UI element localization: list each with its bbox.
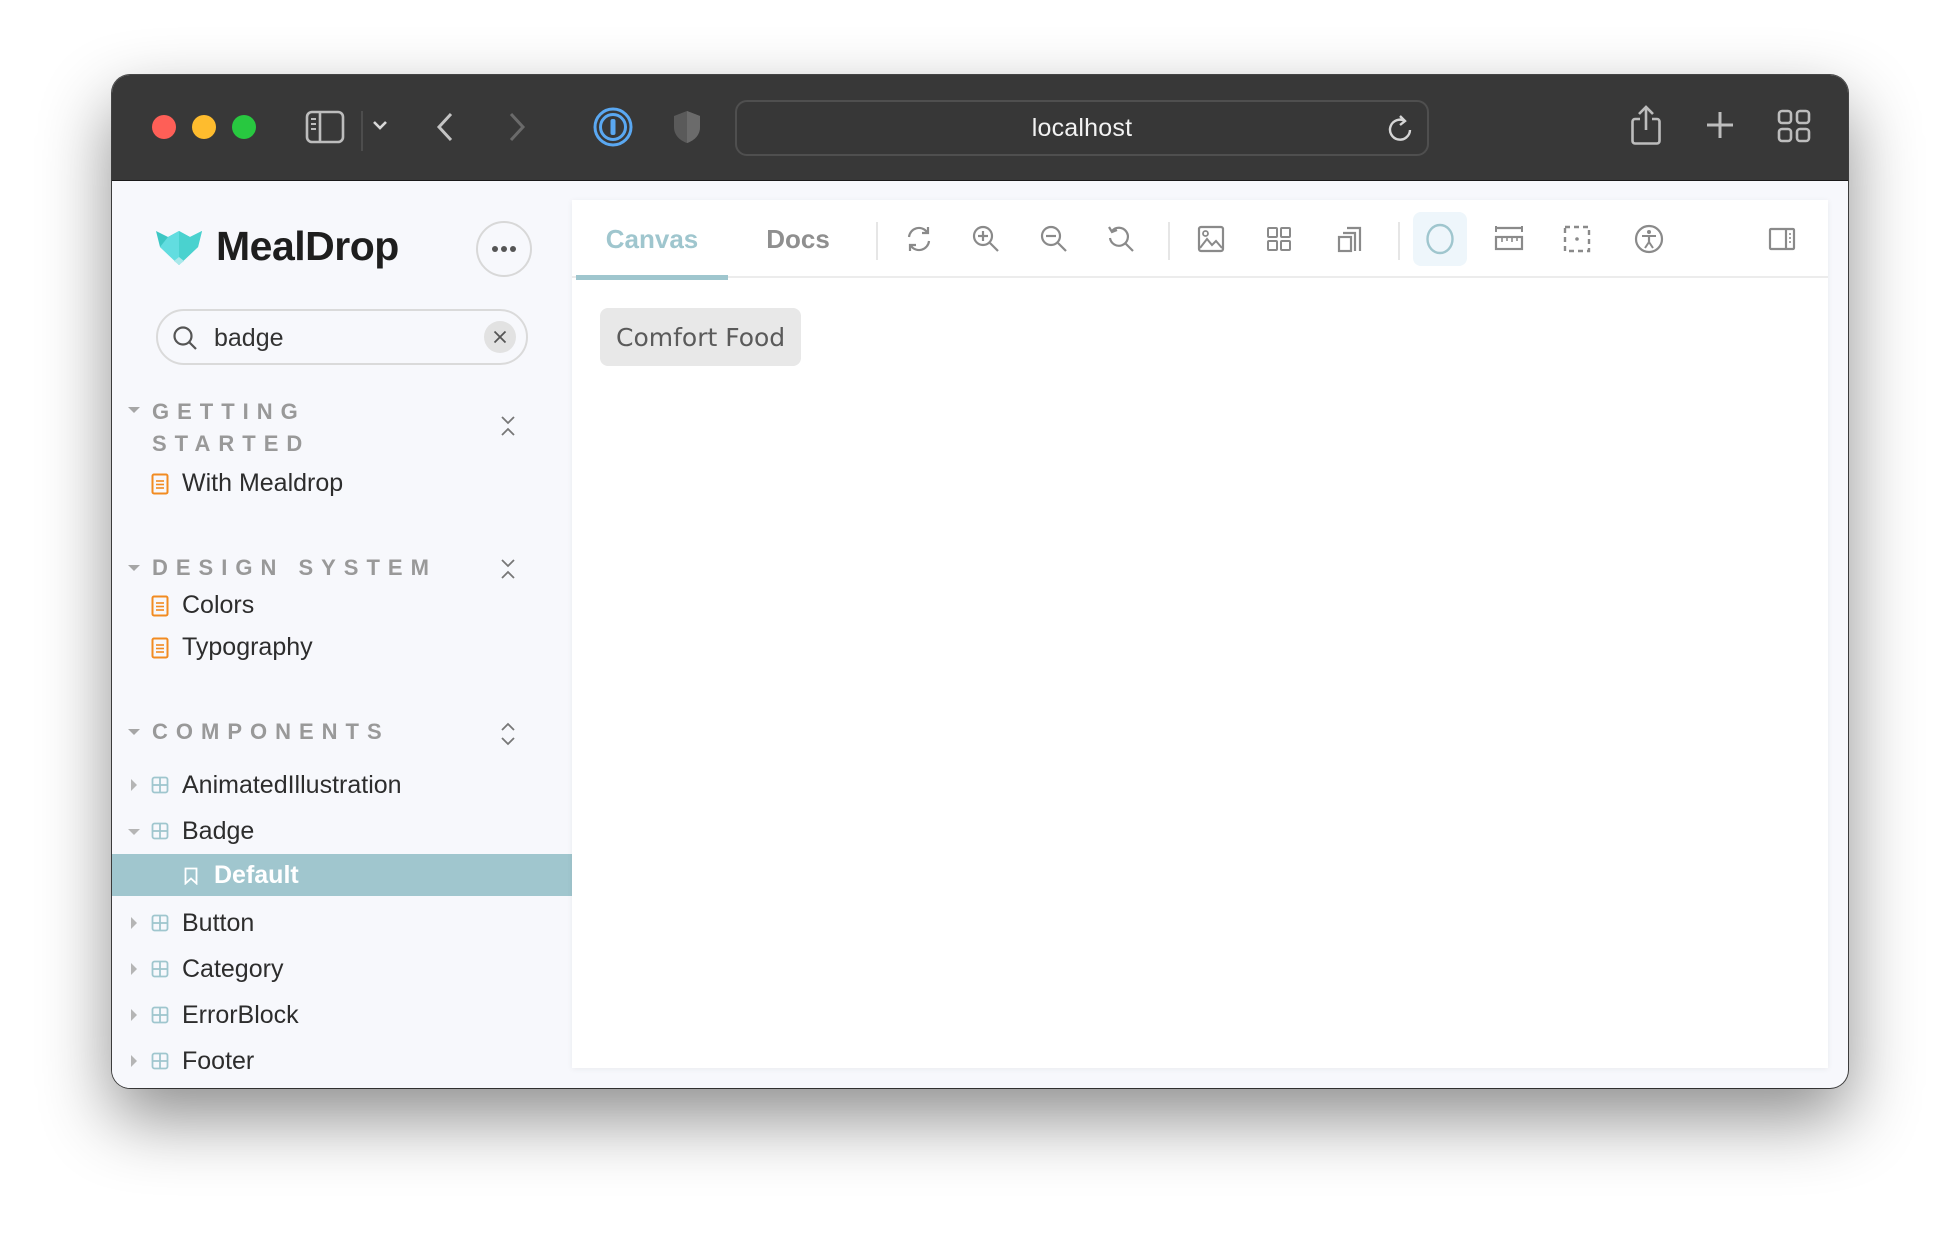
mealdrop-logo-icon [156, 230, 202, 265]
document-icon [151, 595, 169, 622]
comfort-food-badge: Comfort Food [600, 308, 802, 366]
tab-overview-icon[interactable] [1777, 109, 1811, 143]
caret-right-icon [131, 917, 137, 929]
component-icon [151, 1006, 169, 1029]
preview-toolbar: Canvas Docs [572, 200, 1828, 280]
ellipsis-icon [492, 246, 498, 252]
item-label: Button [182, 908, 255, 937]
caret-right-icon [131, 779, 137, 791]
zoom-in-icon[interactable] [966, 219, 1006, 259]
toolbar-divider [876, 222, 878, 260]
sidebar-item-animatedillustration[interactable]: AnimatedIllustration [112, 763, 572, 807]
item-label: Colors [182, 590, 255, 619]
item-label: Badge [182, 816, 255, 845]
brand-logo[interactable]: MealDrop [156, 223, 399, 270]
item-label: Typography [182, 632, 313, 661]
caret-right-icon [131, 1009, 137, 1021]
reload-icon[interactable] [1387, 114, 1413, 149]
password-manager-icon[interactable] [593, 107, 633, 147]
reload-story-icon[interactable] [899, 219, 939, 259]
component-icon [151, 960, 169, 983]
document-icon [151, 473, 169, 500]
caret-down-icon [128, 829, 140, 835]
item-label: ErrorBlock [182, 1000, 299, 1029]
address-text: localhost [1031, 113, 1133, 142]
sidebar-item-category[interactable]: Category [112, 947, 572, 991]
caret-down-icon [128, 565, 140, 571]
section-components[interactable]: COMPONENTS [112, 716, 572, 752]
browser-toolbar: localhost [112, 75, 1848, 181]
zoom-window-button[interactable] [232, 115, 256, 139]
sidebar-item-colors[interactable]: Colors [112, 583, 572, 627]
item-label: AnimatedIllustration [182, 770, 402, 799]
share-icon[interactable] [1630, 104, 1662, 146]
document-icon [151, 637, 169, 664]
collapse-all-icon[interactable] [500, 558, 516, 585]
close-window-button[interactable] [152, 115, 176, 139]
section-title: GETTING STARTED [152, 399, 311, 456]
item-label: Category [182, 954, 284, 983]
item-label: Footer [182, 1046, 255, 1075]
clear-search-button[interactable] [484, 321, 516, 353]
toolbar-divider [361, 111, 363, 151]
viewport-icon[interactable] [1330, 219, 1370, 259]
tab-canvas[interactable]: Canvas [576, 200, 728, 280]
caret-down-icon [128, 407, 140, 413]
story-canvas: Comfort Food [572, 280, 1828, 1068]
minimize-window-button[interactable] [192, 115, 216, 139]
reset-zoom-icon[interactable] [1101, 219, 1141, 259]
sidebar-item-badge[interactable]: Badge [112, 809, 572, 853]
close-icon [493, 330, 507, 344]
sidebar: MealDrop badge GETTING STARTED With Meal… [112, 181, 572, 1088]
accessibility-icon[interactable] [1629, 219, 1669, 259]
address-bar[interactable]: localhost [735, 100, 1429, 156]
new-tab-icon[interactable] [1705, 110, 1735, 140]
measure-icon[interactable] [1489, 219, 1529, 259]
caret-right-icon [131, 1055, 137, 1067]
component-icon [151, 1052, 169, 1075]
bookmark-icon [184, 867, 198, 890]
collapse-all-icon[interactable] [500, 415, 516, 442]
search-icon [172, 325, 198, 356]
sidebar-item-footer[interactable]: Footer [112, 1039, 572, 1083]
component-icon [151, 822, 169, 845]
item-label: With Mealdrop [182, 468, 344, 497]
sidebar-item-errorblock[interactable]: ErrorBlock [112, 993, 572, 1037]
search-input[interactable]: badge [156, 309, 528, 365]
ellipsis-dot [510, 246, 516, 252]
caret-down-icon [128, 729, 140, 735]
background-icon[interactable] [1191, 219, 1231, 259]
item-label: Default [214, 860, 299, 889]
toolbar-divider [1398, 222, 1400, 260]
preview-panel: Canvas Docs Comfort Food [572, 200, 1828, 1068]
caret-right-icon [131, 963, 137, 975]
privacy-shield-icon[interactable] [672, 109, 702, 145]
search-value: badge [214, 324, 284, 352]
more-options-button[interactable] [476, 221, 532, 277]
grid-icon[interactable] [1259, 219, 1299, 259]
browser-window: localhost MealDrop badge GETTING STARTED… [112, 75, 1848, 1088]
component-icon [151, 914, 169, 937]
sidebar-item-badge-default[interactable]: Default [112, 854, 572, 896]
sidebar-item-with-mealdrop[interactable]: With Mealdrop [112, 461, 572, 505]
ellipsis-dot [501, 246, 507, 252]
section-getting-started[interactable]: GETTING STARTED [112, 397, 572, 467]
zoom-out-icon[interactable] [1034, 219, 1074, 259]
section-title: DESIGN SYSTEM [152, 555, 437, 580]
chevron-down-icon[interactable] [372, 119, 388, 131]
rectangle-select-icon[interactable] [1557, 219, 1597, 259]
forward-icon[interactable] [507, 111, 527, 143]
sidebar-item-button[interactable]: Button [112, 901, 572, 945]
back-icon[interactable] [435, 111, 455, 143]
outline-icon[interactable] [1413, 212, 1467, 266]
brand-name: MealDrop [216, 223, 399, 269]
addons-panel-icon[interactable] [1762, 219, 1802, 259]
sidebar-toggle-icon[interactable] [305, 110, 345, 144]
tab-docs[interactable]: Docs [728, 200, 868, 278]
expand-all-icon[interactable] [500, 722, 516, 751]
section-title: COMPONENTS [152, 719, 390, 744]
component-icon [151, 776, 169, 799]
sidebar-item-typography[interactable]: Typography [112, 625, 572, 669]
toolbar-divider [1168, 222, 1170, 260]
